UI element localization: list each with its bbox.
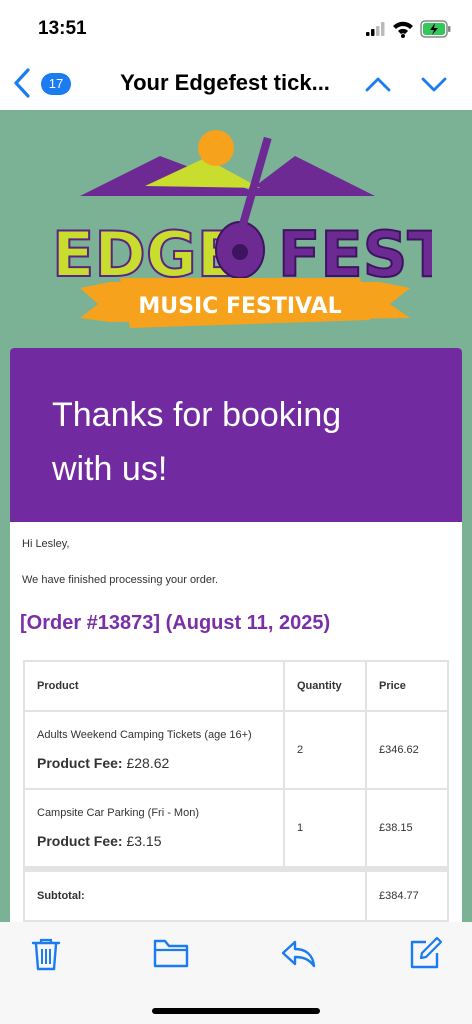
- product-fee-label: Product Fee:: [37, 755, 123, 771]
- table-row: Adults Weekend Camping Tickets (age 16+)…: [23, 710, 449, 790]
- product-fee-value: £3.15: [126, 833, 162, 849]
- product-name: Campsite Car Parking (Fri - Mon): [37, 807, 199, 819]
- quantity-cell: 2: [283, 710, 367, 790]
- header-quantity: Quantity: [283, 660, 367, 712]
- product-fee: Product Fee: £3.15: [37, 833, 271, 849]
- greeting-text: Hi Lesley,: [22, 538, 70, 550]
- mail-nav-bar: 17 Your Edgefest tick...: [0, 58, 472, 110]
- header-price: Price: [365, 660, 449, 712]
- email-body[interactable]: EDGE FEST MUSIC FESTIVAL Thanks for book…: [0, 110, 472, 922]
- home-indicator: [152, 1008, 320, 1014]
- header-product: Product: [23, 660, 285, 712]
- email-subject-title: Your Edgefest tick...: [120, 70, 330, 95]
- chevron-up-icon[interactable]: [364, 72, 392, 96]
- quantity-cell: 1: [283, 788, 367, 870]
- product-cell: Adults Weekend Camping Tickets (age 16+)…: [23, 710, 285, 790]
- subtotal-row: Subtotal: £384.77: [23, 866, 449, 922]
- product-name: Adults Weekend Camping Tickets (age 16+): [37, 729, 252, 741]
- reply-icon[interactable]: [279, 936, 317, 970]
- folder-icon[interactable]: [152, 936, 190, 970]
- hero-banner: Thanks for booking with us!: [10, 348, 462, 522]
- email-card: Thanks for booking with us! Hi Lesley, W…: [10, 348, 462, 922]
- logo-banner-text: MUSIC FESTIVAL: [138, 294, 341, 319]
- price-cell: £346.62: [365, 710, 449, 790]
- back-chevron-icon[interactable]: [10, 66, 34, 100]
- intro-text: We have finished processing your order.: [22, 574, 219, 586]
- order-heading[interactable]: [Order #13873] (August 11, 2025): [20, 612, 330, 635]
- battery-charging-icon: [420, 20, 451, 38]
- compose-icon[interactable]: [406, 936, 442, 972]
- product-fee: Product Fee: £28.62: [37, 755, 271, 771]
- table-header-row: Product Quantity Price: [23, 660, 449, 712]
- status-time: 13:51: [38, 18, 87, 39]
- price-cell: £38.15: [365, 788, 449, 870]
- table-row: Campsite Car Parking (Fri - Mon) Product…: [23, 788, 449, 870]
- subtotal-label: Subtotal:: [23, 866, 367, 922]
- order-table: Product Quantity Price Adults Weekend Ca…: [23, 660, 449, 922]
- chevron-down-icon[interactable]: [420, 72, 448, 96]
- unread-count-badge[interactable]: 17: [41, 73, 71, 95]
- mail-toolbar: [0, 922, 472, 1024]
- wifi-icon: [393, 21, 413, 38]
- product-fee-label: Product Fee:: [37, 833, 123, 849]
- signal-icon: [366, 22, 385, 36]
- edgefest-logo: EDGE FEST MUSIC FESTIVAL: [51, 130, 432, 328]
- status-bar: 13:51: [0, 0, 472, 58]
- product-cell: Campsite Car Parking (Fri - Mon) Product…: [23, 788, 285, 870]
- trash-icon[interactable]: [30, 936, 62, 972]
- hero-heading: Thanks for booking with us!: [52, 396, 342, 488]
- subtotal-value: £384.77: [365, 866, 449, 922]
- product-fee-value: £28.62: [126, 755, 170, 771]
